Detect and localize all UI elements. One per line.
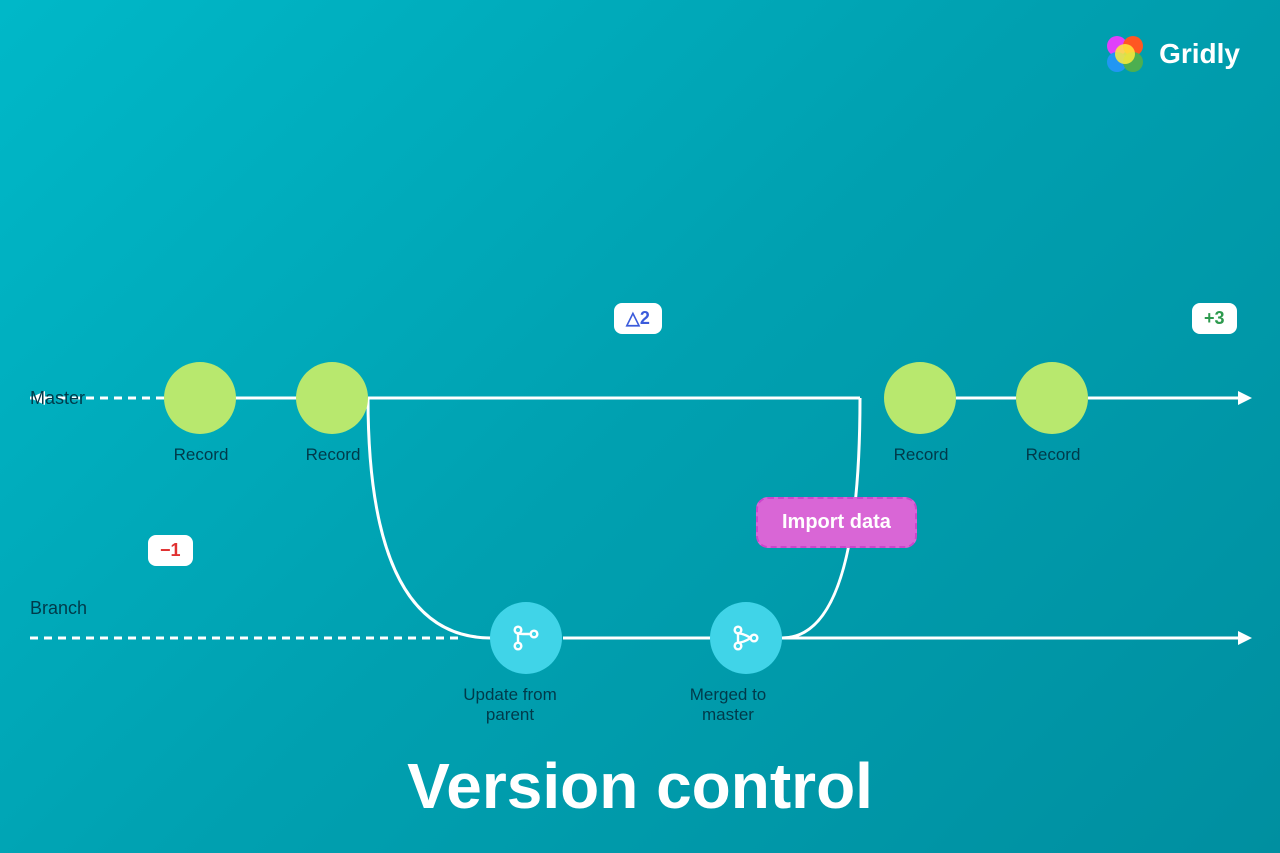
gridly-logo-icon (1101, 30, 1149, 78)
branch-node-2-label: Merged tomaster (668, 685, 788, 725)
branch-node-2 (710, 602, 782, 674)
master-node-4 (1016, 362, 1088, 434)
badge-delta: △2 (614, 303, 662, 334)
master-label: Master (30, 388, 85, 409)
master-node-1 (164, 362, 236, 434)
import-data-box: Import data (756, 497, 917, 548)
master-node-3 (884, 362, 956, 434)
master-node-3-label: Record (866, 445, 976, 465)
branch-label: Branch (30, 598, 87, 619)
logo: Gridly (1101, 30, 1240, 78)
branch-node-1 (490, 602, 562, 674)
badge-minus: −1 (148, 535, 193, 566)
master-node-4-label: Record (998, 445, 1108, 465)
version-control-title: Version control (0, 749, 1280, 823)
master-node-1-label: Record (146, 445, 256, 465)
master-node-2 (296, 362, 368, 434)
logo-text: Gridly (1159, 38, 1240, 70)
branch-icon (510, 622, 542, 654)
master-node-2-label: Record (278, 445, 388, 465)
merge-icon (730, 622, 762, 654)
branch-node-1-label: Update fromparent (450, 685, 570, 725)
badge-plus: +3 (1192, 303, 1237, 334)
diagram: Master Branch Record Record Record Recor… (0, 140, 1280, 660)
